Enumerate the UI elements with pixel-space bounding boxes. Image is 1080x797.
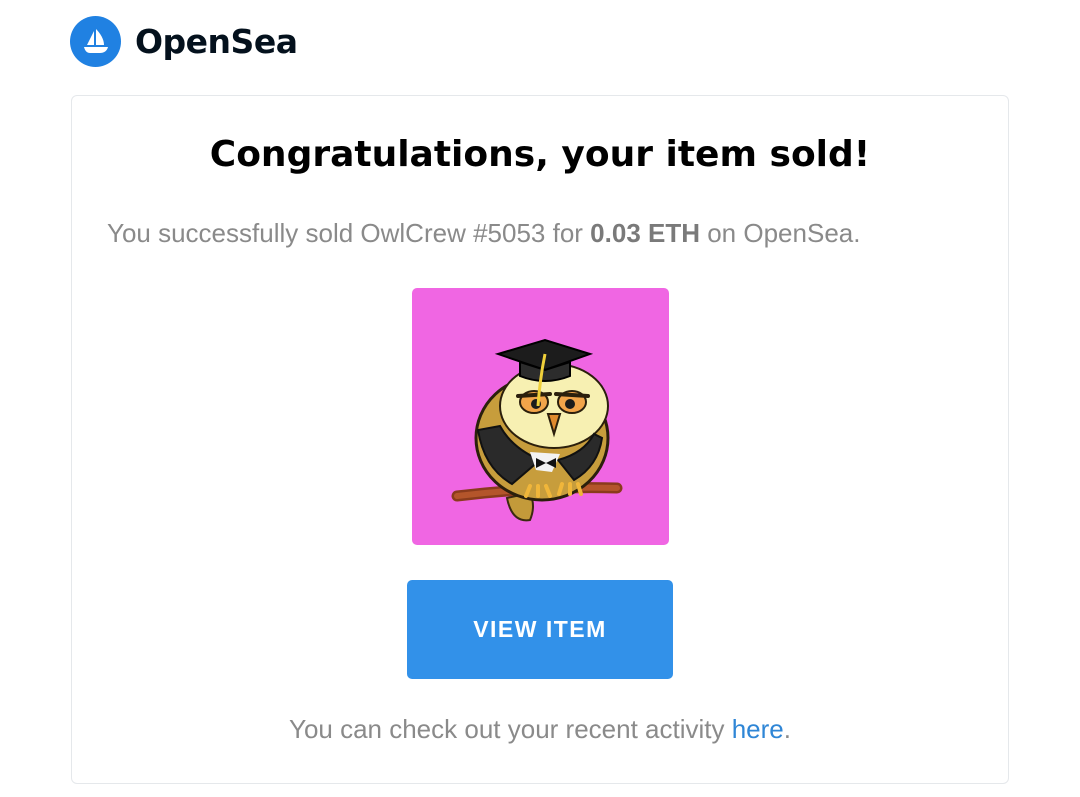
- sale-message: You successfully sold OwlCrew #5053 for …: [107, 218, 860, 249]
- view-item-button[interactable]: VIEW ITEM: [407, 580, 673, 679]
- page-title: Congratulations, your item sold!: [209, 134, 871, 175]
- recent-activity-text: You can check out your recent activity h…: [0, 714, 1080, 745]
- email-page: OpenSea Congratulations, your item sold!…: [0, 0, 1080, 797]
- sale-price: 0.03 ETH: [590, 218, 700, 248]
- sale-message-suffix: on OpenSea.: [700, 218, 861, 248]
- brand-name: OpenSea: [135, 22, 298, 61]
- recent-activity-suffix: .: [783, 714, 791, 744]
- recent-activity-prefix: You can check out your recent activity: [288, 714, 732, 744]
- brand-header[interactable]: OpenSea: [70, 16, 298, 67]
- sale-message-prefix: You successfully sold OwlCrew #5053 for: [107, 218, 591, 248]
- recent-activity-link[interactable]: here: [732, 714, 784, 744]
- opensea-ship-icon: [70, 16, 121, 67]
- owl-graduate-nft-image[interactable]: [412, 288, 669, 545]
